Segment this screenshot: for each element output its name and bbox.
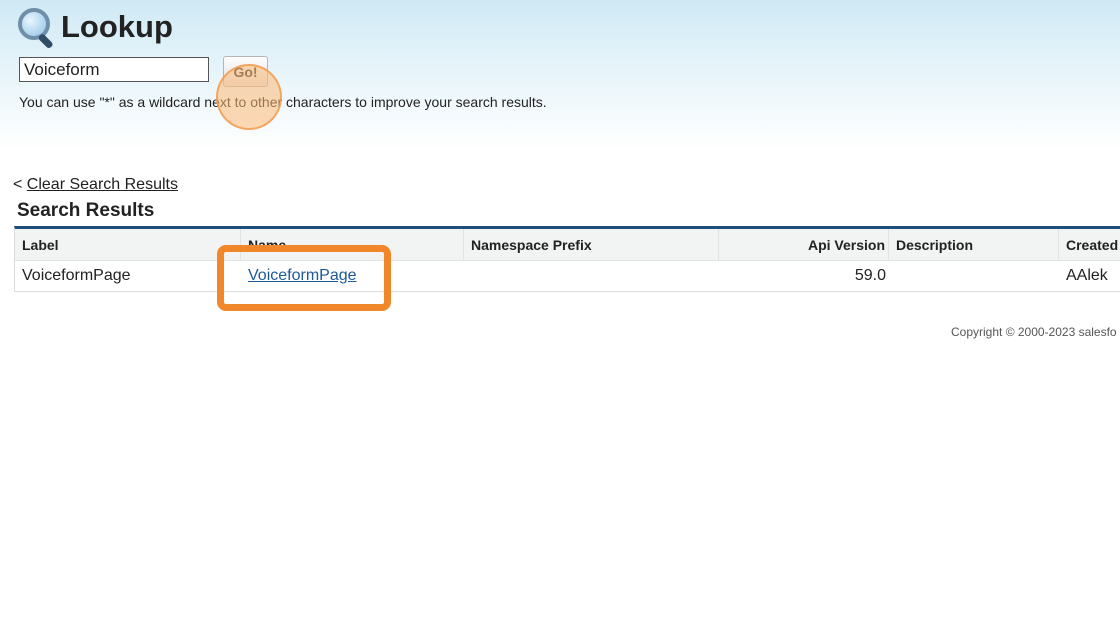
clear-search-line: < Clear Search Results (13, 176, 178, 194)
cell-namespace-prefix (464, 261, 719, 291)
cell-description (889, 261, 1059, 291)
highlight-box (217, 245, 391, 311)
clear-search-results-link[interactable]: Clear Search Results (27, 176, 178, 193)
table-row: VoiceformPage VoiceformPage 59.0 AAlek (15, 261, 1120, 291)
magnifier-icon (16, 6, 58, 50)
page-title: Lookup (61, 9, 173, 44)
column-header-created[interactable]: Created (1059, 229, 1120, 260)
column-header-api-version[interactable]: Api Version (719, 229, 889, 260)
cell-api-version: 59.0 (854, 267, 886, 284)
search-input[interactable]: Voiceform (19, 57, 209, 82)
lookup-header: Lookup (16, 6, 173, 50)
table-header: Label Name Namespace Prefix Api Version … (15, 229, 1120, 261)
cell-created: AAlek (1066, 267, 1108, 284)
search-results-title: Search Results (17, 200, 155, 221)
copyright-text: Copyright © 2000-2023 salesfo (951, 325, 1117, 339)
search-hint: You can use "*" as a wildcard next to ot… (19, 94, 547, 110)
column-header-label[interactable]: Label (15, 229, 241, 260)
cell-label: VoiceformPage (22, 267, 131, 284)
column-header-description[interactable]: Description (889, 229, 1059, 260)
clear-prefix: < (13, 176, 23, 193)
results-table: Label Name Namespace Prefix Api Version … (14, 226, 1120, 292)
column-header-namespace-prefix[interactable]: Namespace Prefix (464, 229, 719, 260)
click-indicator (216, 64, 282, 130)
